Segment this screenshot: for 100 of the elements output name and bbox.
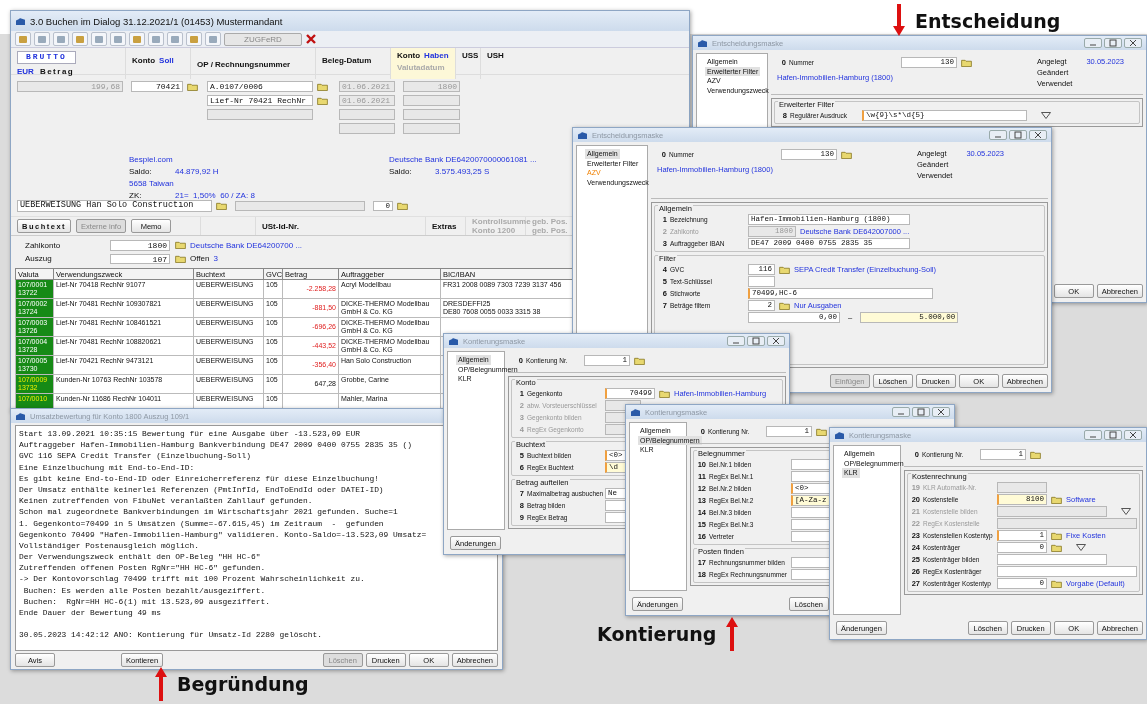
tile-icon <box>94 34 104 44</box>
gross-button[interactable]: BRUTTO <box>17 51 76 64</box>
link[interactable]: Deutsche Bank DE64200700 ... <box>190 240 303 250</box>
field-label: Extras <box>432 221 457 231</box>
maximize-icon <box>752 337 760 345</box>
minimize-button[interactable] <box>1084 430 1102 440</box>
close-icon[interactable] <box>305 33 317 45</box>
input-field[interactable]: 107 <box>110 253 170 264</box>
toolbar-button[interactable] <box>186 32 202 46</box>
info-label: Saldo: <box>129 166 153 178</box>
toolbar-button[interactable] <box>205 32 221 46</box>
field-label: Offen <box>190 254 210 264</box>
toolbar-button[interactable] <box>34 32 50 46</box>
column-header: Konto <box>397 51 421 60</box>
field-label: Auszug <box>25 254 53 264</box>
folder-icon[interactable] <box>816 427 827 436</box>
balance-value: 44.879,92 H <box>175 166 219 178</box>
folder-icon[interactable] <box>634 356 645 365</box>
column-header: Betrag <box>39 67 75 76</box>
toolbar-button[interactable] <box>15 32 31 46</box>
folder-icon[interactable] <box>1030 450 1041 459</box>
input-field[interactable] <box>997 566 1137 577</box>
folder-icon[interactable] <box>1051 531 1062 540</box>
tile-icon <box>170 34 180 44</box>
maximize-icon <box>917 408 925 416</box>
account-name[interactable]: Bespiel.com <box>129 154 389 166</box>
folder-icon[interactable] <box>397 202 408 210</box>
close-button[interactable] <box>1124 430 1142 440</box>
folder-icon[interactable] <box>841 150 852 159</box>
input-field[interactable] <box>207 109 313 120</box>
folder-icon[interactable] <box>1051 579 1062 588</box>
app-icon <box>577 130 588 140</box>
dropdown-icon[interactable] <box>1076 544 1086 551</box>
maximize-icon <box>1109 431 1117 439</box>
input-field[interactable] <box>403 95 460 106</box>
minimize-button[interactable] <box>989 130 1007 140</box>
posting-text-field[interactable]: UEBERWEISUNG Han Solo Construction <box>17 200 212 212</box>
maximize-icon <box>1109 39 1117 47</box>
minimize-button[interactable] <box>892 407 910 417</box>
info-label: geb. Pos. <box>532 217 568 226</box>
minimize-button[interactable] <box>727 336 745 346</box>
folder-icon[interactable] <box>779 265 790 274</box>
annotation-label: Entscheidung <box>915 10 1061 32</box>
app-icon <box>834 430 845 440</box>
close-button[interactable] <box>1029 130 1047 140</box>
minimize-button[interactable] <box>1084 38 1102 48</box>
app-icon <box>630 407 641 417</box>
maximize-icon <box>1014 131 1022 139</box>
input-field[interactable] <box>997 554 1107 565</box>
account-city: 5658 Taiwan <box>129 178 175 190</box>
toolbar-button[interactable] <box>110 32 126 46</box>
toolbar-button[interactable] <box>53 32 69 46</box>
toolbar-button[interactable] <box>91 32 107 46</box>
input-field[interactable] <box>748 276 775 287</box>
input-field[interactable] <box>403 109 460 120</box>
close-button[interactable] <box>932 407 950 417</box>
input-field[interactable] <box>339 109 395 120</box>
folder-icon[interactable] <box>317 82 328 91</box>
folder-icon[interactable] <box>187 82 198 91</box>
input-field[interactable]: 1800 <box>110 240 170 251</box>
folder-icon[interactable] <box>779 301 790 310</box>
field-label: Zahlkonto <box>25 240 62 250</box>
input-field[interactable]: 70421 <box>131 81 183 92</box>
field-label: USt-Id-Nr. <box>262 221 299 231</box>
folder-icon[interactable] <box>1051 543 1062 552</box>
close-button[interactable] <box>767 336 785 346</box>
balance-value: 3.575.493,25 S <box>435 166 490 178</box>
currency-label: EUR <box>17 67 34 76</box>
toolbar-button[interactable] <box>72 32 88 46</box>
folder-icon[interactable] <box>317 96 328 105</box>
column-header: Valutadatum <box>397 63 446 72</box>
input-field[interactable] <box>339 123 395 134</box>
folder-icon[interactable] <box>659 389 670 398</box>
info-label: Konto 1200 <box>472 226 516 235</box>
column-header: OP / Rechnungsnummer <box>197 60 292 69</box>
toolbar-button[interactable] <box>129 32 145 46</box>
arrow-icon <box>893 4 905 38</box>
input-field[interactable]: A.0107/0006 <box>207 81 313 92</box>
input-field[interactable] <box>235 200 365 212</box>
close-button[interactable] <box>1124 38 1142 48</box>
tile-icon <box>151 34 161 44</box>
dropdown-icon[interactable] <box>1041 112 1051 119</box>
folder-icon[interactable] <box>175 254 186 263</box>
tile-icon <box>113 34 123 44</box>
toolbar-button[interactable] <box>167 32 183 46</box>
app-icon <box>15 16 26 26</box>
input-field[interactable] <box>403 123 460 134</box>
annotation-label: Kontierung <box>597 623 717 645</box>
folder-icon[interactable] <box>216 202 227 210</box>
folder-icon[interactable] <box>961 58 972 67</box>
folder-icon[interactable] <box>1051 495 1062 504</box>
column-header: Beleg-Datum <box>322 56 373 65</box>
tile-icon <box>37 34 47 44</box>
info-label: Kontrollsumme <box>472 217 531 226</box>
app-icon <box>448 336 459 346</box>
input-field[interactable]: Lief-Nr 70421 RechNr <box>207 95 313 106</box>
arrow-icon <box>726 617 739 651</box>
toolbar-button[interactable] <box>148 32 164 46</box>
annotation-label: Begründung <box>177 673 309 695</box>
folder-icon[interactable] <box>175 241 186 250</box>
